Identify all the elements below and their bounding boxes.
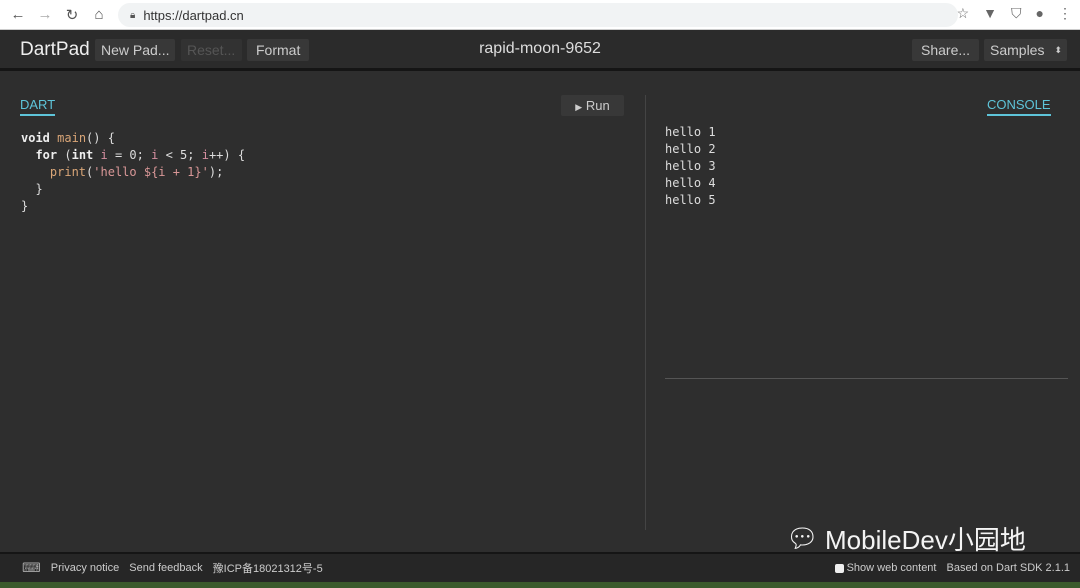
keyboard-icon[interactable]: ⌨ — [22, 560, 41, 576]
url-text: https://dartpad.cn — [143, 7, 244, 23]
run-button[interactable]: ▶ Run — [561, 95, 624, 116]
back-icon[interactable]: ← — [9, 6, 27, 23]
lock-icon: 🔒︎ — [130, 9, 136, 21]
shield-icon[interactable]: ⛉ — [1011, 5, 1022, 22]
console-line: hello 2 — [665, 142, 716, 156]
footer: ⌨ Privacy notice Send feedback 豫ICP备1802… — [0, 552, 1080, 582]
run-label: Run — [585, 98, 610, 113]
wechat-icon: 💬︎ — [786, 523, 820, 553]
samples-label: Samples — [990, 42, 1045, 58]
reload-icon[interactable]: ↻ — [63, 6, 81, 24]
share-button[interactable]: Share... — [912, 39, 980, 61]
code-line: void main() { — [21, 131, 115, 145]
account-icon[interactable]: ● — [1036, 5, 1044, 22]
home-icon[interactable]: ⌂ — [90, 6, 108, 23]
format-button[interactable]: Format — [247, 39, 310, 61]
show-web-label[interactable]: Show web content — [847, 562, 937, 574]
pad-title: rapid-moon-9652 — [479, 40, 601, 57]
address-bar[interactable]: 🔒︎ https://dartpad.cn — [118, 3, 958, 27]
code-line: } — [21, 182, 43, 196]
chevron-updown-icon: ⬍ — [1054, 45, 1062, 55]
console-line: hello 4 — [665, 176, 716, 190]
pane-divider[interactable] — [645, 95, 646, 530]
feedback-link[interactable]: Send feedback — [129, 562, 202, 574]
console-line: hello 3 — [665, 159, 716, 173]
dartpad-logo[interactable]: DartPad — [20, 39, 90, 61]
code-line: } — [21, 199, 29, 213]
menu-icon[interactable]: ⋮ — [1058, 5, 1072, 22]
code-editor[interactable]: void main() { for (int i = 0; i < 5; i++… — [21, 130, 245, 215]
star-icon[interactable]: ☆ — [957, 5, 970, 22]
tab-console[interactable]: CONSOLE — [987, 97, 1051, 116]
tab-dart[interactable]: DART — [20, 97, 56, 116]
console-output: hello 1 hello 2 hello 3 hello 4 hello 5 — [665, 124, 716, 209]
browser-toolbar: ← → ↻ ⌂ 🔒︎ https://dartpad.cn ☆ ▼ ⛉ ● ⋮ — [0, 0, 1080, 30]
extension-icon[interactable]: ▼ — [983, 5, 997, 22]
app-header: DartPad rapid-moon-9652 New Pad... Reset… — [0, 30, 1080, 71]
sdk-version: Based on Dart SDK 2.1.1 — [946, 562, 1070, 574]
forward-icon[interactable]: → — [36, 6, 54, 23]
icp-link[interactable]: 豫ICP备18021312号-5 — [213, 560, 323, 576]
desktop-strip — [0, 582, 1080, 588]
console-line: hello 1 — [665, 125, 716, 139]
new-pad-button[interactable]: New Pad... — [95, 39, 176, 61]
show-web-checkbox[interactable] — [834, 563, 844, 573]
play-icon: ▶ — [575, 102, 583, 112]
code-line: for (int i = 0; i < 5; i++) { — [35, 148, 246, 162]
samples-select[interactable]: Samples ⬍ — [984, 39, 1067, 61]
console-divider[interactable] — [665, 378, 1068, 379]
privacy-link[interactable]: Privacy notice — [51, 562, 119, 574]
code-line: print('hello ${i + 1}'); — [49, 165, 224, 179]
reset-button[interactable]: Reset... — [181, 39, 242, 61]
console-line: hello 5 — [665, 193, 716, 207]
